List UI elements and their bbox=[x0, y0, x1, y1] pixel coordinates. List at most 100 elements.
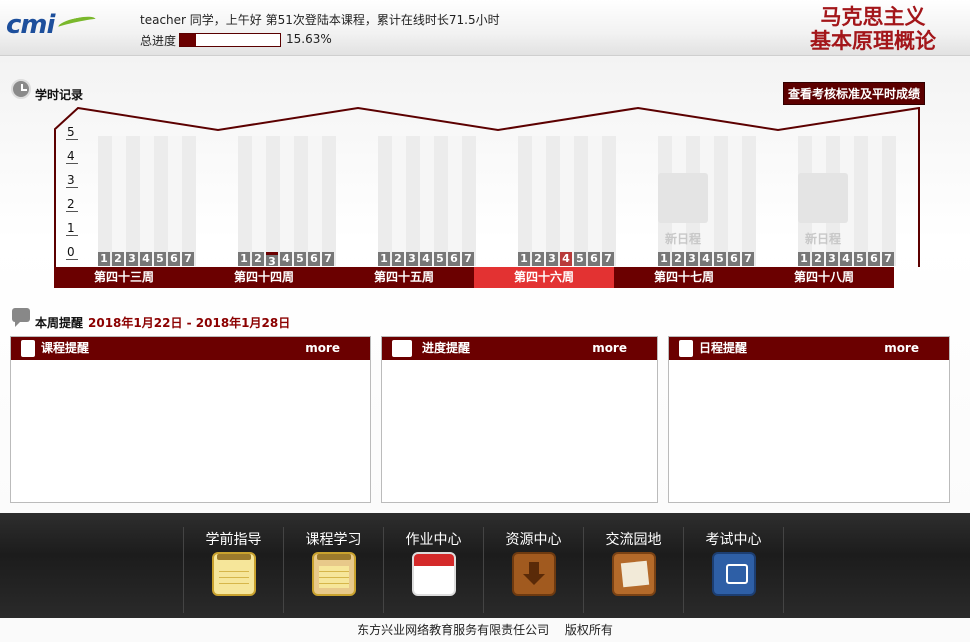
study-record-chart: 543210 1 2 3 4 5 6 7 第四十三周 1 2 3 4 5 6 7 第四十四周 1 2 3 4 5 6 7 第四… bbox=[54, 107, 921, 288]
week-tab[interactable]: 第四十三周 bbox=[54, 267, 194, 288]
day-stripe bbox=[560, 136, 574, 266]
day-cell[interactable]: 5 bbox=[574, 252, 586, 266]
week-tab[interactable]: 第四十六周 bbox=[474, 267, 614, 288]
day-cell[interactable]: 1 bbox=[658, 252, 670, 266]
nav-forum[interactable]: 交流园地 bbox=[583, 527, 683, 613]
day-cell[interactable]: 6 bbox=[308, 252, 320, 266]
week-column: 新日程 1 2 3 4 5 6 7 第四十八周 bbox=[754, 107, 896, 288]
day-stripe bbox=[140, 136, 154, 266]
day-cell[interactable]: 3 bbox=[406, 252, 418, 266]
logo-swoosh-icon bbox=[57, 14, 97, 32]
day-cell[interactable]: 3 bbox=[266, 252, 278, 268]
brand-line-2: 基本原理概论 bbox=[810, 29, 936, 53]
new-schedule-label: 新日程 bbox=[804, 232, 841, 246]
day-cell[interactable]: 7 bbox=[602, 252, 614, 266]
day-stripe bbox=[168, 136, 182, 266]
day-cell[interactable]: 2 bbox=[252, 252, 264, 266]
nav-course-study[interactable]: 课程学习 bbox=[283, 527, 383, 613]
logo-text: cmi bbox=[6, 10, 55, 40]
document-icon bbox=[21, 340, 35, 357]
day-cell[interactable]: 4 bbox=[140, 252, 152, 266]
day-cell[interactable]: 7 bbox=[322, 252, 334, 266]
week-tab[interactable]: 第四十四周 bbox=[194, 267, 334, 288]
week-column: 新日程 1 2 3 4 5 6 7 第四十七周 bbox=[614, 107, 756, 288]
course-brand: 马克思主义 基本原理概论 bbox=[810, 5, 936, 53]
day-cell[interactable]: 1 bbox=[798, 252, 810, 266]
day-cell[interactable]: 7 bbox=[462, 252, 474, 266]
day-cell[interactable]: 2 bbox=[812, 252, 824, 266]
new-schedule-label: 新日程 bbox=[664, 232, 701, 246]
day-cell[interactable]: 1 bbox=[98, 252, 110, 266]
day-cell[interactable]: 3 bbox=[126, 252, 138, 266]
day-cell[interactable]: 1 bbox=[378, 252, 390, 266]
day-stripe bbox=[154, 136, 168, 266]
nav-homework[interactable]: 作业中心 bbox=[383, 527, 483, 613]
more-link[interactable]: more bbox=[884, 337, 919, 360]
day-stripe bbox=[252, 136, 266, 266]
course-reminder-panel: 课程提醒 more bbox=[10, 336, 371, 503]
day-cell[interactable]: 4 bbox=[700, 252, 712, 266]
nav-label: 作业中心 bbox=[405, 532, 462, 548]
panel-title: 课程提醒 bbox=[41, 341, 90, 355]
progress-bar bbox=[179, 33, 281, 47]
nav-resources[interactable]: 资源中心 bbox=[483, 527, 583, 613]
panel-title: 进度提醒 bbox=[422, 341, 471, 355]
panel-header: 课程提醒 more bbox=[11, 337, 370, 360]
day-cell[interactable]: 4 bbox=[560, 252, 572, 266]
day-stripe bbox=[308, 136, 322, 266]
progress-value: 15.63% bbox=[286, 32, 332, 46]
week-tab[interactable]: 第四十八周 bbox=[754, 267, 894, 288]
day-stripe bbox=[546, 136, 560, 266]
day-cell[interactable]: 6 bbox=[868, 252, 880, 266]
copyright: 东方兴业网络教育服务有限责任公司 版权所有 bbox=[0, 618, 970, 642]
week-column: 1 2 3 4 5 6 7 第四十五周 bbox=[334, 107, 476, 288]
day-cell[interactable]: 4 bbox=[420, 252, 432, 266]
week-tab[interactable]: 第四十七周 bbox=[614, 267, 754, 288]
day-cell[interactable]: 4 bbox=[280, 252, 292, 266]
day-cell[interactable]: 6 bbox=[168, 252, 180, 266]
day-cell[interactable]: 6 bbox=[728, 252, 740, 266]
day-cell[interactable]: 2 bbox=[532, 252, 544, 266]
schedule-reminder-panel: 日程提醒 more bbox=[668, 336, 950, 503]
day-stripe bbox=[266, 136, 280, 266]
day-cell[interactable]: 5 bbox=[294, 252, 306, 266]
nav-exam[interactable]: 考试中心 bbox=[683, 527, 783, 613]
day-cell[interactable]: 6 bbox=[448, 252, 460, 266]
day-stripe bbox=[378, 136, 392, 266]
more-link[interactable]: more bbox=[592, 337, 627, 360]
nav-label: 考试中心 bbox=[705, 532, 762, 548]
view-standard-button[interactable]: 查看考核标准及平时成绩 bbox=[783, 82, 925, 105]
day-cell[interactable]: 3 bbox=[546, 252, 558, 266]
day-cell[interactable]: 4 bbox=[840, 252, 852, 266]
day-stripe bbox=[434, 136, 448, 266]
day-cell[interactable]: 1 bbox=[518, 252, 530, 266]
day-row: 1234567 bbox=[658, 252, 754, 266]
day-cell[interactable]: 3 bbox=[826, 252, 838, 266]
day-stripe bbox=[392, 136, 406, 266]
day-cell[interactable]: 1 bbox=[238, 252, 250, 266]
day-cell[interactable]: 5 bbox=[434, 252, 446, 266]
day-stripe bbox=[406, 136, 420, 266]
day-stripe bbox=[112, 136, 126, 266]
day-cell[interactable]: 6 bbox=[588, 252, 600, 266]
cmi-logo[interactable]: cmi bbox=[6, 10, 97, 40]
day-cell[interactable]: 2 bbox=[672, 252, 684, 266]
nav-pre-study[interactable]: 学前指导 bbox=[183, 527, 283, 613]
day-cell[interactable]: 5 bbox=[854, 252, 866, 266]
day-cell[interactable]: 5 bbox=[154, 252, 166, 266]
day-stripe bbox=[280, 136, 294, 266]
week-tab[interactable]: 第四十五周 bbox=[334, 267, 474, 288]
day-cell[interactable]: 3 bbox=[686, 252, 698, 266]
day-cell[interactable]: 7 bbox=[742, 252, 754, 266]
day-cell[interactable]: 2 bbox=[112, 252, 124, 266]
day-stripe bbox=[294, 136, 308, 266]
panel-title: 日程提醒 bbox=[699, 341, 748, 355]
day-stripe bbox=[574, 136, 588, 266]
day-cell[interactable]: 2 bbox=[392, 252, 404, 266]
more-link[interactable]: more bbox=[305, 337, 340, 360]
header: cmi teacher 同学，上午好 第51次登陆本课程，累计在线时长71.5小… bbox=[0, 0, 970, 56]
day-cell[interactable]: 7 bbox=[882, 252, 894, 266]
day-cell[interactable]: 5 bbox=[714, 252, 726, 266]
day-cell[interactable]: 7 bbox=[182, 252, 194, 266]
note-icon bbox=[679, 340, 693, 357]
